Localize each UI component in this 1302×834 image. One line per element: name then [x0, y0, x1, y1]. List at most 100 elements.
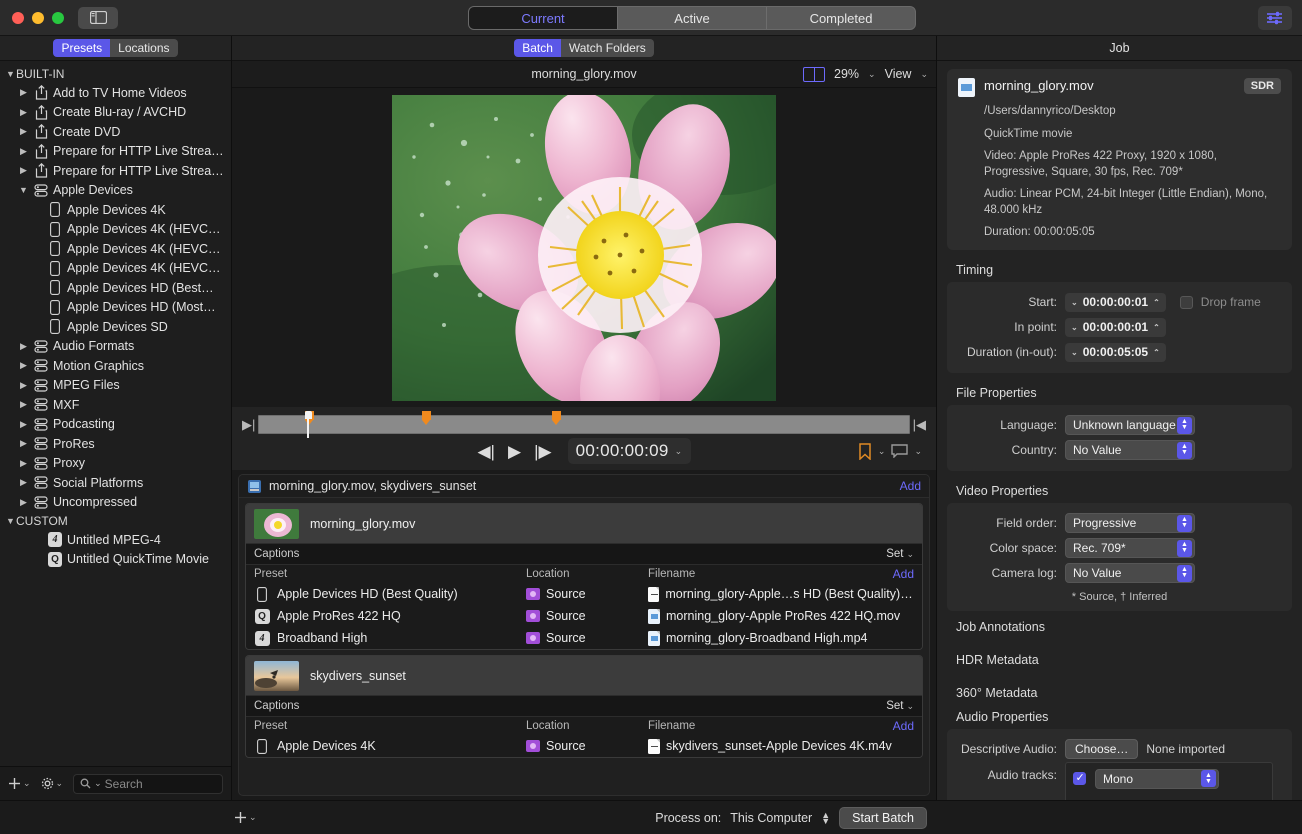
search-input[interactable]: ⌄ Search: [73, 774, 223, 794]
chevron-down-icon[interactable]: ⌄: [914, 446, 922, 457]
triangle-right-icon[interactable]: ▶: [18, 341, 29, 352]
chevron-down-icon[interactable]: ⌄: [868, 69, 876, 80]
job-header[interactable]: morning_glory.mov: [246, 504, 922, 543]
sidebar-item-audio-formats[interactable]: ▶Audio Formats: [0, 337, 231, 357]
sidebar-item-prepare-for-http-live-strea[interactable]: ▶Prepare for HTTP Live Strea…: [0, 161, 231, 181]
preset-actions-button[interactable]: ⌄: [41, 777, 64, 790]
sidebar-item-uncompressed[interactable]: ▶Uncompressed: [0, 493, 231, 513]
stepper-icon[interactable]: ▲▼: [1177, 565, 1192, 582]
tab-completed[interactable]: Completed: [767, 7, 915, 29]
sidebar-item-apple-devices-4k-hevc[interactable]: Apple Devices 4K (HEVC…: [0, 259, 231, 279]
bookmark-icon[interactable]: [858, 443, 872, 460]
stepper-icon[interactable]: ▲▼: [1177, 515, 1192, 532]
view-menu[interactable]: View: [885, 67, 912, 81]
captions-row[interactable]: CaptionsSet ⌄: [246, 543, 922, 564]
close-button[interactable]: [12, 12, 24, 24]
play-icon[interactable]: ▶: [508, 443, 521, 460]
tab-batch[interactable]: Batch: [514, 39, 561, 57]
sidebar-item-apple-devices-sd[interactable]: Apple Devices SD: [0, 317, 231, 337]
section-360-metadata[interactable]: 360° Metadata: [956, 677, 1302, 710]
skip-forward-icon[interactable]: |▶: [534, 443, 552, 460]
stepper-icon[interactable]: ▲▼: [1177, 442, 1192, 459]
presets-tree[interactable]: ▼BUILT-IN▶Add to TV Home Videos▶Create B…: [0, 61, 231, 766]
out-point-icon[interactable]: |◀: [913, 418, 926, 431]
choose-button[interactable]: Choose…: [1065, 739, 1138, 759]
sidebar-item-apple-devices-4k-hevc[interactable]: Apple Devices 4K (HEVC…: [0, 239, 231, 259]
audio-tracks-list[interactable]: Mono ▲▼: [1065, 762, 1273, 800]
country-select[interactable]: No Value ▲▼: [1065, 440, 1195, 460]
batch-job[interactable]: skydivers_sunsetCaptionsSet ⌄PresetLocat…: [245, 655, 923, 758]
zoom-level[interactable]: 29%: [834, 67, 859, 81]
timecode-field[interactable]: 00:00:00:09 ⌄: [568, 438, 691, 464]
sidebar-item-apple-devices-4k[interactable]: Apple Devices 4K: [0, 200, 231, 220]
sidebar-item-mxf[interactable]: ▶MXF: [0, 395, 231, 415]
maximize-button[interactable]: [52, 12, 64, 24]
sidebar-item-social-platforms[interactable]: ▶Social Platforms: [0, 473, 231, 493]
tab-current[interactable]: Current: [469, 7, 618, 29]
triangle-right-icon[interactable]: ▶: [18, 360, 29, 371]
batch-add-button[interactable]: Add: [900, 479, 921, 493]
timeline-marker[interactable]: [552, 411, 561, 425]
timeline-marker[interactable]: [422, 411, 431, 425]
in-point-icon[interactable]: ▶|: [242, 418, 255, 431]
stepper-icon[interactable]: ▲▼: [1201, 770, 1216, 787]
table-row[interactable]: QApple ProRes 422 HQSourcemorning_glory-…: [246, 605, 922, 627]
chevron-down-icon[interactable]: ⌄: [878, 446, 886, 457]
status-filter-tabs[interactable]: Current Active Completed: [468, 6, 916, 30]
stepper-icon[interactable]: ▲▼: [1177, 417, 1192, 434]
job-add-output-button[interactable]: Add: [893, 719, 914, 733]
triangle-right-icon[interactable]: ▶: [18, 419, 29, 430]
table-row[interactable]: 4Broadband HighSourcemorning_glory-Broad…: [246, 627, 922, 649]
job-add-output-button[interactable]: Add: [893, 567, 914, 581]
triangle-right-icon[interactable]: ▶: [18, 87, 29, 98]
section-job-annotations[interactable]: Job Annotations: [956, 611, 1302, 644]
playback-buttons[interactable]: ◀| ▶ |▶: [477, 443, 551, 460]
triangle-right-icon[interactable]: ▶: [18, 497, 29, 508]
sidebar-item-prores[interactable]: ▶ProRes: [0, 434, 231, 454]
timeline-track[interactable]: [258, 415, 909, 434]
tab-watch-folders[interactable]: Watch Folders: [561, 39, 654, 57]
chevron-up-icon[interactable]: ⌃: [1153, 298, 1160, 307]
audio-track-checkbox[interactable]: [1073, 772, 1086, 785]
sidebar-item-untitled-quicktime-movie[interactable]: QUntitled QuickTime Movie: [0, 550, 231, 570]
chevron-down-icon[interactable]: ⌄: [1071, 298, 1078, 307]
triangle-right-icon[interactable]: ▶: [18, 107, 29, 118]
timeline-row[interactable]: ▶| |◀: [242, 413, 926, 435]
captions-set-menu[interactable]: Set ⌄: [886, 548, 914, 560]
tab-presets[interactable]: Presets: [53, 39, 110, 57]
captions-set-menu[interactable]: Set ⌄: [886, 700, 914, 712]
skip-back-icon[interactable]: ◀|: [477, 443, 495, 460]
batch-job[interactable]: morning_glory.movCaptionsSet ⌄PresetLoca…: [245, 503, 923, 650]
job-header[interactable]: skydivers_sunset: [246, 656, 922, 695]
language-select[interactable]: Unknown language ▲▼: [1065, 415, 1195, 435]
chevron-down-icon[interactable]: ⌄: [920, 69, 928, 80]
chevron-down-icon[interactable]: ⌄: [1071, 323, 1078, 332]
sidebar-group-header[interactable]: ▼BUILT-IN: [0, 65, 231, 83]
captions-row[interactable]: CaptionsSet ⌄: [246, 695, 922, 716]
stepper-icon[interactable]: ▲▼: [821, 812, 830, 824]
sidebar-item-apple-devices-hd-most[interactable]: Apple Devices HD (Most…: [0, 298, 231, 318]
sidebar-item-mpeg-files[interactable]: ▶MPEG Files: [0, 376, 231, 396]
triangle-right-icon[interactable]: ▶: [18, 165, 29, 176]
table-row[interactable]: Apple Devices HD (Best Quality)Sourcemor…: [246, 583, 922, 605]
triangle-right-icon[interactable]: ▶: [18, 146, 29, 157]
sliders-icon[interactable]: [1258, 6, 1292, 30]
duration-field[interactable]: ⌄ 00:00:05:05 ⌃: [1065, 343, 1166, 362]
video-preview[interactable]: [232, 88, 936, 407]
sidebar-item-prepare-for-http-live-strea[interactable]: ▶Prepare for HTTP Live Strea…: [0, 142, 231, 162]
add-job-button[interactable]: ⌄: [234, 811, 257, 824]
section-hdr-metadata[interactable]: HDR Metadata: [956, 644, 1302, 677]
triangle-down-icon[interactable]: ▼: [5, 69, 16, 79]
triangle-down-icon[interactable]: ▼: [5, 516, 16, 526]
caption-bubble-icon[interactable]: [891, 444, 908, 458]
sidebar-item-proxy[interactable]: ▶Proxy: [0, 454, 231, 474]
audio-track-select[interactable]: Mono ▲▼: [1095, 769, 1219, 789]
triangle-right-icon[interactable]: ▶: [18, 399, 29, 410]
triangle-right-icon[interactable]: ▶: [18, 126, 29, 137]
table-row[interactable]: Apple Devices 4KSourceskydivers_sunset-A…: [246, 735, 922, 757]
sidebar-item-create-dvd[interactable]: ▶Create DVD: [0, 122, 231, 142]
triangle-right-icon[interactable]: ▶: [18, 477, 29, 488]
sidebar-item-untitled-mpeg-4[interactable]: 4Untitled MPEG-4: [0, 530, 231, 550]
chevron-down-icon[interactable]: ⌄: [675, 446, 683, 457]
chevron-up-icon[interactable]: ⌃: [1153, 323, 1160, 332]
